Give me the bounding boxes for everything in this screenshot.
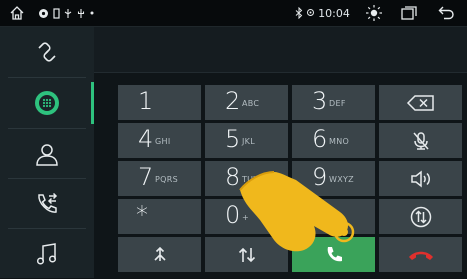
call-icon	[327, 246, 342, 261]
location-icon	[36, 0, 50, 26]
sim-icon	[51, 0, 61, 26]
key-3[interactable]: 3 DEF	[292, 85, 375, 120]
key-9[interactable]: 9 WXYZ	[292, 161, 375, 196]
link-icon	[38, 42, 56, 62]
sidebar-item-music[interactable]	[0, 229, 94, 279]
key-5[interactable]: 5 JKL	[205, 123, 288, 158]
contact-icon	[36, 144, 58, 166]
speaker-icon	[410, 169, 430, 188]
dot-icon	[88, 0, 96, 26]
end-call-icon	[408, 251, 433, 260]
backspace-icon	[406, 94, 434, 111]
key-1[interactable]: 1	[118, 85, 201, 120]
key-digit: 2	[225, 87, 241, 115]
mute-button[interactable]	[379, 123, 462, 158]
key-digit: 4	[138, 125, 154, 153]
key-digit: *	[136, 201, 148, 229]
key-letters: MNO	[329, 137, 350, 146]
swap-call-icon	[238, 247, 255, 262]
key-digit: 8	[225, 163, 241, 191]
key-letters: JKL	[242, 137, 255, 146]
home-icon[interactable]	[4, 0, 30, 26]
key-letters: PQRS	[155, 175, 178, 184]
sidebar-item-contacts[interactable]	[0, 129, 94, 179]
sidebar-item-link[interactable]	[0, 27, 94, 77]
key-digit: 5	[225, 125, 241, 153]
call-log-icon	[38, 192, 58, 213]
speaker-button[interactable]	[379, 161, 462, 196]
key-digit: 0	[225, 201, 241, 229]
location-pin-icon	[305, 0, 315, 26]
key-digit: 9	[312, 163, 328, 191]
dialpad-icon	[35, 91, 59, 115]
key-digit: 1	[138, 87, 154, 115]
key-8[interactable]: 8 TUV	[205, 161, 288, 196]
key-digit: 7	[138, 163, 154, 191]
key-letters: WXYZ	[329, 175, 354, 184]
key-hash[interactable]	[292, 199, 375, 234]
status-bar: 10:04	[0, 0, 467, 27]
usb-icon	[62, 0, 74, 26]
mic-mute-icon	[412, 131, 429, 150]
key-letters: DEF	[329, 99, 346, 108]
key-7[interactable]: 7 PQRS	[118, 161, 201, 196]
key-0[interactable]: 0 +	[205, 199, 288, 234]
window-icon[interactable]	[396, 0, 422, 26]
key-letters: ABC	[242, 99, 260, 108]
key-letters: TUV	[242, 175, 260, 184]
bluetooth-icon	[294, 0, 304, 26]
sidebar	[0, 27, 94, 278]
sidebar-item-dialpad[interactable]	[0, 78, 94, 128]
key-letters: +	[242, 213, 250, 222]
key-2[interactable]: 2 ABC	[205, 85, 288, 120]
key-4[interactable]: 4 GHI	[118, 123, 201, 158]
brightness-icon[interactable]	[360, 0, 388, 26]
key-digit: 6	[312, 125, 328, 153]
number-display	[94, 27, 467, 73]
end-call-button[interactable]	[379, 237, 462, 272]
key-star[interactable]: *	[118, 199, 201, 234]
merge-call-icon	[153, 246, 166, 261]
key-digit: 3	[312, 87, 328, 115]
usb-plug-icon	[76, 0, 86, 26]
transfer-icon	[410, 206, 431, 227]
backspace-button[interactable]	[379, 85, 462, 120]
merge-call-button[interactable]	[118, 237, 201, 272]
key-letters: GHI	[155, 137, 171, 146]
key-6[interactable]: 6 MNO	[292, 123, 375, 158]
swap-call-button[interactable]	[205, 237, 288, 272]
music-icon	[36, 243, 57, 265]
clock: 10:04	[318, 6, 350, 20]
sidebar-item-call-log[interactable]	[0, 179, 94, 229]
call-button[interactable]	[292, 237, 375, 272]
transfer-button[interactable]	[379, 199, 462, 234]
back-icon[interactable]	[432, 0, 460, 26]
